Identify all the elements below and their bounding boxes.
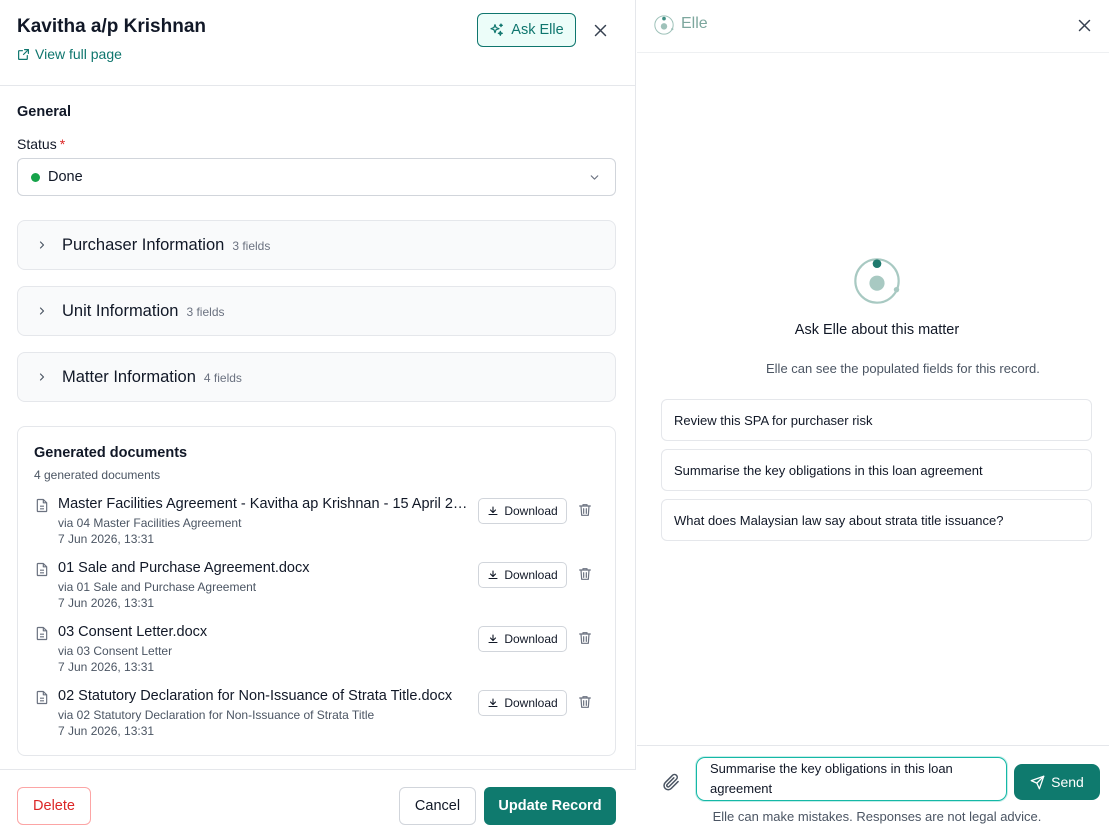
document-row: 02 Statutory Declaration for Non-Issuanc… bbox=[34, 688, 600, 749]
send-button[interactable]: Send bbox=[1014, 764, 1100, 800]
chevron-right-icon bbox=[36, 305, 48, 317]
download-button[interactable]: Download bbox=[478, 690, 567, 716]
accordion-label: Matter Information bbox=[62, 367, 196, 386]
elle-title: Elle bbox=[681, 15, 708, 32]
document-source: via 04 Master Facilities Agreement bbox=[58, 516, 242, 530]
download-icon bbox=[488, 634, 498, 644]
trash-icon[interactable] bbox=[577, 566, 593, 582]
download-label: Download bbox=[504, 696, 558, 710]
accordion-purchaser-information[interactable]: Purchaser Information 3 fields bbox=[17, 220, 616, 270]
record-header: Kavitha a/p Krishnan View full page Ask … bbox=[0, 0, 636, 86]
chat-input[interactable]: Summarise the key obligations in this lo… bbox=[696, 757, 1007, 801]
record-panel: Kavitha a/p Krishnan View full page Ask … bbox=[0, 0, 636, 837]
file-icon bbox=[36, 498, 48, 513]
suggestion-chip[interactable]: Review this SPA for purchaser risk bbox=[661, 399, 1092, 441]
close-record-button[interactable] bbox=[589, 19, 611, 41]
send-icon bbox=[1030, 775, 1045, 789]
download-label: Download bbox=[504, 632, 558, 646]
delete-button[interactable]: Delete bbox=[17, 787, 91, 825]
sparkles-icon bbox=[490, 23, 504, 36]
accordion-field-count: 4 fields bbox=[203, 371, 242, 385]
elle-hero-subtitle: Elle can see the populated fields for th… bbox=[766, 361, 1040, 376]
ask-elle-label: Ask Elle bbox=[511, 22, 564, 38]
elle-logo-icon bbox=[654, 15, 674, 35]
document-source: via 03 Consent Letter bbox=[58, 644, 173, 658]
trash-icon[interactable] bbox=[577, 694, 593, 710]
document-row: Master Facilities Agreement - Kavitha ap… bbox=[34, 496, 600, 557]
cancel-button[interactable]: Cancel bbox=[399, 787, 476, 825]
elle-hero-title: Ask Elle about this matter bbox=[794, 322, 960, 338]
document-name[interactable]: 02 Statutory Declaration for Non-Issuanc… bbox=[58, 688, 470, 704]
accordion-unit-information[interactable]: Unit Information 3 fields bbox=[17, 286, 616, 336]
status-label: Status * bbox=[17, 136, 65, 152]
accordion-matter-information[interactable]: Matter Information 4 fields bbox=[17, 352, 616, 402]
trash-icon[interactable] bbox=[577, 630, 593, 646]
suggestion-chip[interactable]: What does Malaysian law say about strata… bbox=[661, 499, 1092, 541]
document-date: 7 Jun 2026, 13:31 bbox=[58, 724, 155, 738]
document-row: 01 Sale and Purchase Agreement.docx via … bbox=[34, 560, 600, 621]
file-icon bbox=[36, 626, 48, 641]
document-source: via 02 Statutory Declaration for Non-Iss… bbox=[58, 708, 375, 722]
download-icon bbox=[488, 570, 498, 580]
required-marker: * bbox=[59, 136, 66, 152]
general-section-title: General bbox=[17, 104, 71, 120]
elle-header: Elle bbox=[637, 0, 1109, 53]
download-label: Download bbox=[504, 568, 558, 582]
document-name[interactable]: Master Facilities Agreement - Kavitha ap… bbox=[58, 496, 470, 512]
close-elle-button[interactable] bbox=[1073, 14, 1095, 36]
document-date: 7 Jun 2026, 13:31 bbox=[58, 532, 155, 546]
download-icon bbox=[488, 698, 498, 708]
generated-documents-card: Generated documents 4 generated document… bbox=[17, 426, 616, 756]
status-label-text: Status bbox=[17, 136, 57, 152]
status-select[interactable]: Done bbox=[17, 158, 616, 196]
accordion-field-count: 3 fields bbox=[186, 305, 225, 319]
accordion-label: Purchaser Information bbox=[62, 235, 225, 254]
status-value: Done bbox=[48, 169, 83, 185]
close-icon bbox=[594, 24, 606, 36]
external-link-icon bbox=[18, 48, 29, 60]
file-icon bbox=[36, 562, 48, 577]
elle-composer: Summarise the key obligations in this lo… bbox=[637, 745, 1109, 837]
paperclip-icon[interactable] bbox=[661, 772, 681, 792]
download-label: Download bbox=[504, 504, 558, 518]
chevron-down-icon bbox=[590, 175, 599, 180]
chevron-right-icon bbox=[36, 239, 48, 251]
document-name[interactable]: 01 Sale and Purchase Agreement.docx bbox=[58, 560, 470, 576]
download-button[interactable]: Download bbox=[478, 562, 567, 588]
document-source: via 01 Sale and Purchase Agreement bbox=[58, 580, 257, 594]
chevron-right-icon bbox=[36, 371, 48, 383]
download-button[interactable]: Download bbox=[478, 498, 567, 524]
ask-elle-button[interactable]: Ask Elle bbox=[477, 13, 576, 47]
elle-disclaimer: Elle can make mistakes. Responses are no… bbox=[712, 809, 1042, 824]
status-dot bbox=[31, 172, 40, 182]
accordion-field-count: 3 fields bbox=[232, 239, 271, 253]
accordion-label: Unit Information bbox=[62, 301, 179, 320]
view-full-page-link[interactable]: View full page bbox=[17, 46, 122, 62]
file-icon bbox=[36, 690, 48, 705]
generated-documents-count: 4 generated documents bbox=[34, 468, 161, 482]
suggestion-chip[interactable]: Summarise the key obligations in this lo… bbox=[661, 449, 1092, 491]
send-label: Send bbox=[1051, 774, 1084, 790]
document-name[interactable]: 03 Consent Letter.docx bbox=[58, 624, 470, 640]
record-title: Kavitha a/p Krishnan bbox=[17, 16, 206, 37]
download-button[interactable]: Download bbox=[478, 626, 567, 652]
update-record-button[interactable]: Update Record bbox=[484, 787, 616, 825]
elle-logo-icon bbox=[854, 258, 900, 304]
generated-documents-title: Generated documents bbox=[34, 445, 188, 461]
document-row: 03 Consent Letter.docx via 03 Consent Le… bbox=[34, 624, 600, 685]
view-full-page-label: View full page bbox=[35, 46, 122, 62]
record-footer: Delete Cancel Update Record bbox=[0, 769, 636, 837]
elle-panel: Elle Ask Elle about this matter Elle can… bbox=[637, 0, 1109, 837]
document-date: 7 Jun 2026, 13:31 bbox=[58, 660, 155, 674]
trash-icon[interactable] bbox=[577, 502, 593, 518]
download-icon bbox=[488, 506, 498, 516]
document-date: 7 Jun 2026, 13:31 bbox=[58, 596, 155, 610]
close-icon bbox=[1078, 19, 1090, 31]
